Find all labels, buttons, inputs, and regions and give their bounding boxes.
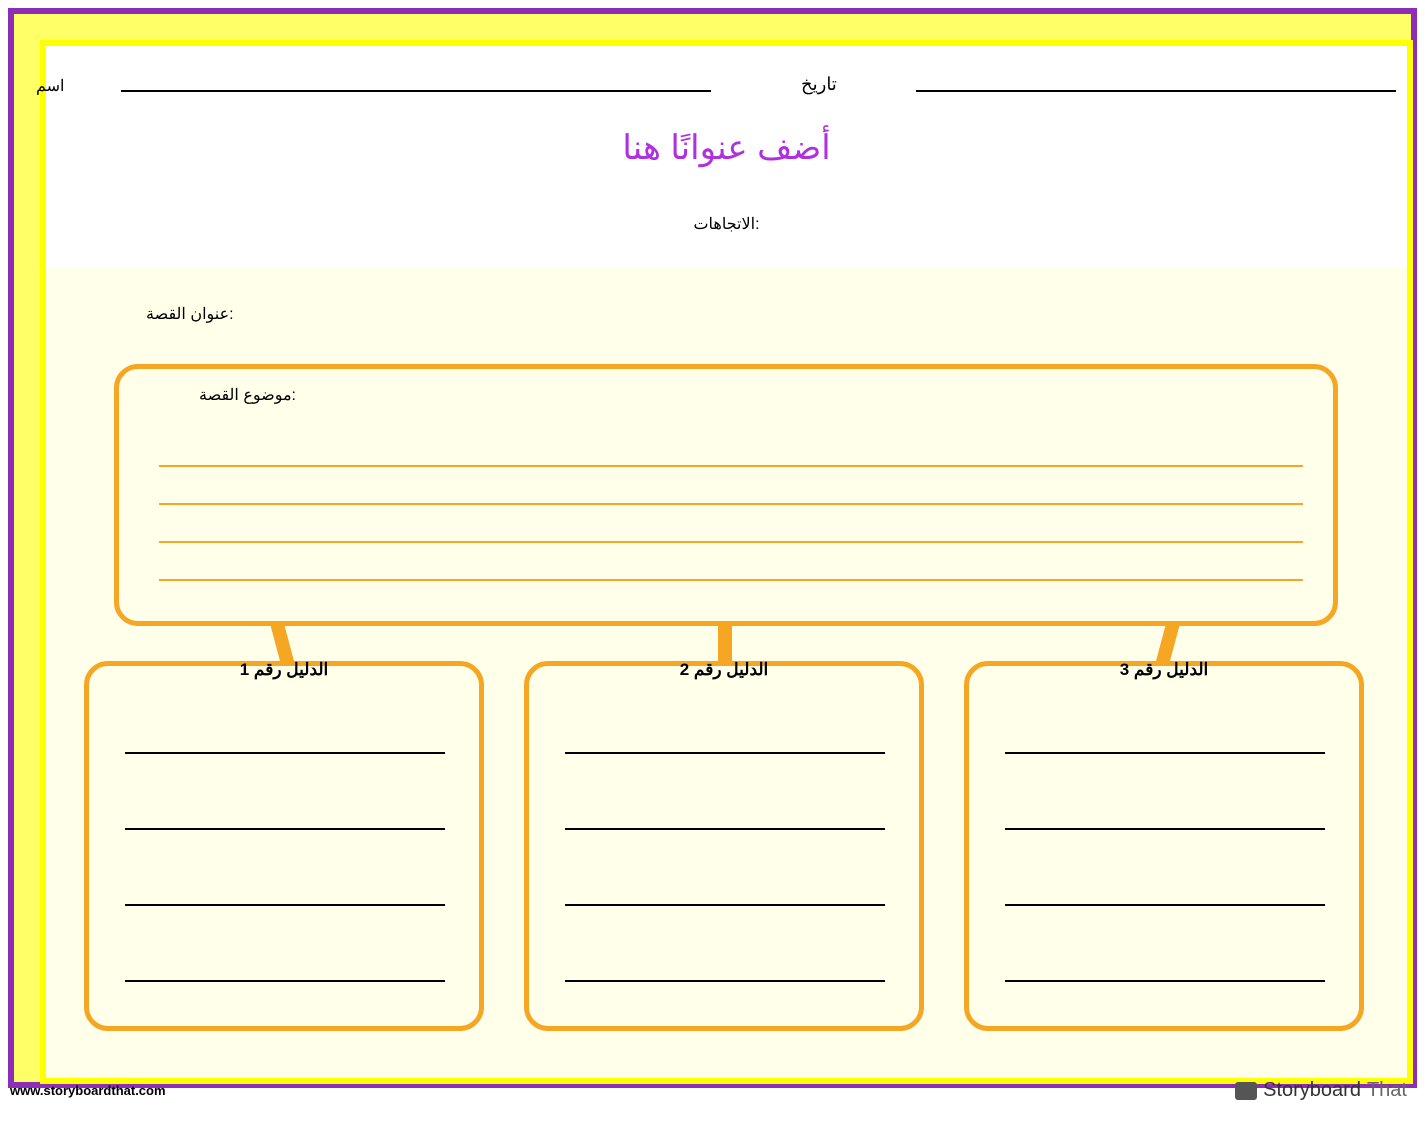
evidence-3-line-4[interactable] [1005,980,1325,982]
evidence-box-2: الدليل رقم 2 [524,661,924,1031]
name-label: اسم [36,76,65,96]
theme-label: :موضوع القصة [199,385,296,405]
evidence-1-line-2[interactable] [125,828,445,830]
date-label: تاريخ [801,74,837,95]
logo-text-that: That [1367,1079,1407,1102]
evidence-3-title: الدليل رقم 3 [969,660,1359,680]
worksheet-outer-frame: اسم تاريخ أضف عنوانًا هنا :الاتجاهات :عن… [8,8,1417,1088]
evidence-2-title: الدليل رقم 2 [529,660,919,680]
logo-text-storyboard: Storyboard [1263,1079,1361,1102]
evidence-1-line-1[interactable] [125,752,445,754]
footer-logo: Storyboard That [1235,1079,1407,1102]
evidence-1-line-3[interactable] [125,904,445,906]
story-title-label: :عنوان القصة [146,304,234,324]
evidence-2-line-1[interactable] [565,752,885,754]
worksheet-inner-frame: اسم تاريخ أضف عنوانًا هنا :الاتجاهات :عن… [40,40,1413,1084]
speech-bubble-icon [1235,1082,1257,1100]
evidence-1-line-4[interactable] [125,980,445,982]
theme-line-2[interactable] [159,503,1303,505]
theme-line-3[interactable] [159,541,1303,543]
evidence-box-1: الدليل رقم 1 [84,661,484,1031]
date-input-line[interactable] [916,90,1396,92]
evidence-3-line-2[interactable] [1005,828,1325,830]
name-input-line[interactable] [121,90,711,92]
theme-box: :موضوع القصة [114,364,1338,626]
evidence-box-3: الدليل رقم 3 [964,661,1364,1031]
theme-line-4[interactable] [159,579,1303,581]
evidence-3-line-1[interactable] [1005,752,1325,754]
evidence-1-title: الدليل رقم 1 [89,660,479,680]
evidence-2-line-4[interactable] [565,980,885,982]
theme-line-1[interactable] [159,465,1303,467]
header-area: اسم تاريخ أضف عنوانًا هنا :الاتجاهات [46,46,1407,268]
footer-url: www.storyboardthat.com [10,1083,166,1098]
evidence-2-line-3[interactable] [565,904,885,906]
evidence-3-line-3[interactable] [1005,904,1325,906]
page-title: أضف عنوانًا هنا [46,128,1407,168]
directions-label: :الاتجاهات [46,214,1407,234]
evidence-2-line-2[interactable] [565,828,885,830]
